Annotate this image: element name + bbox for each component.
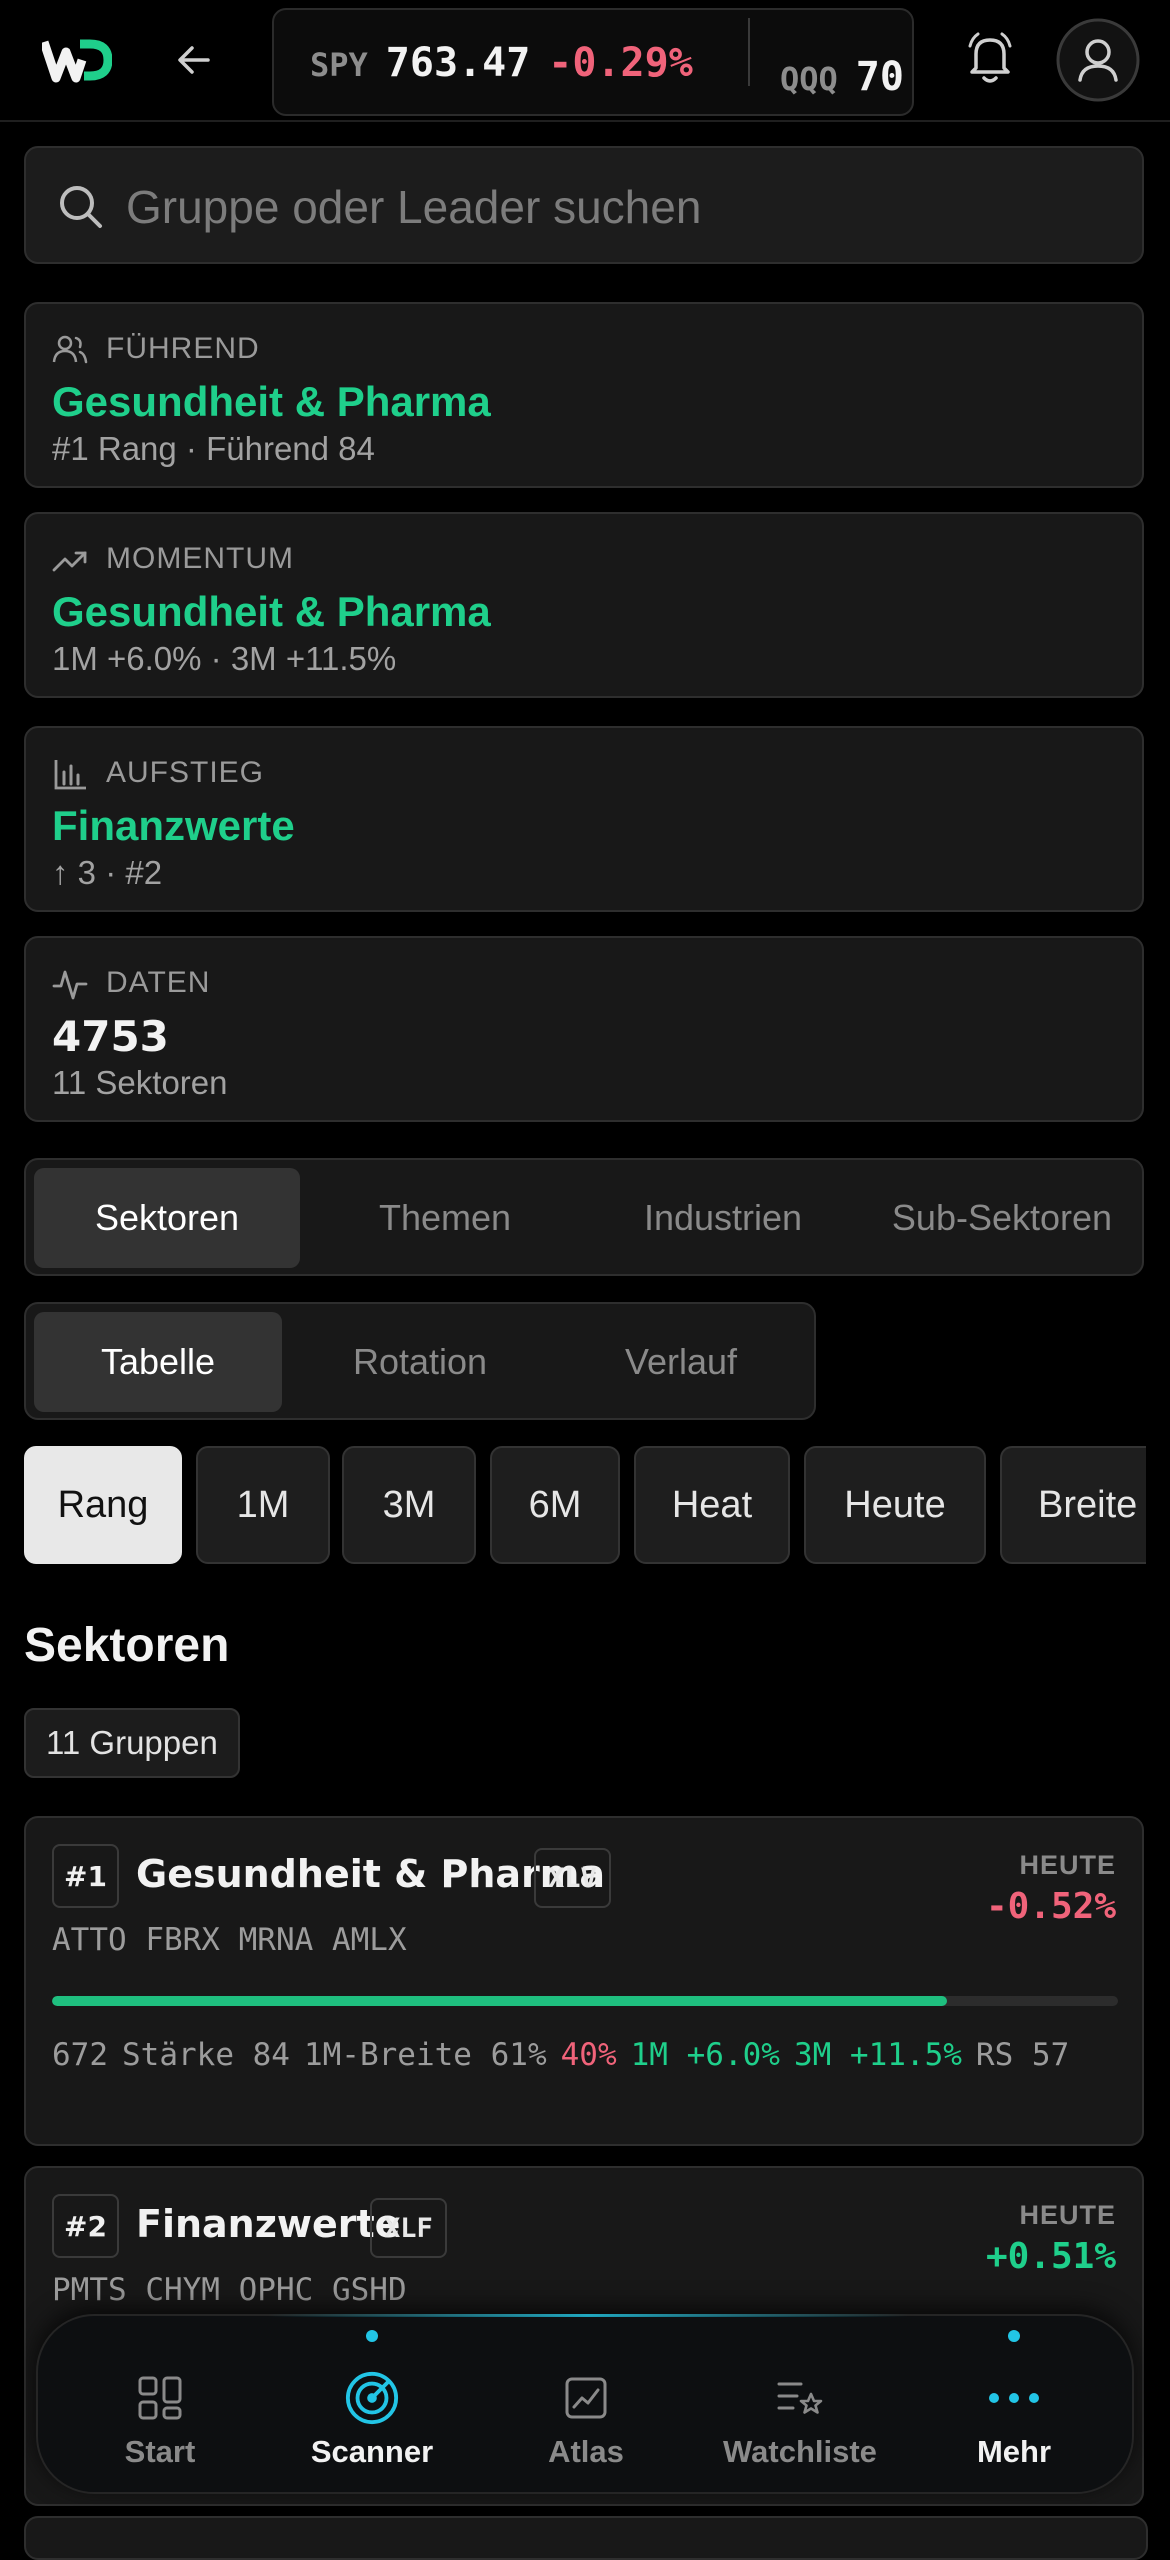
tab-themen[interactable]: Themen: [312, 1168, 578, 1268]
strength-bar: [52, 1996, 1118, 2006]
top-bar: SPY 763.47 -0.29% QQQ 70: [0, 0, 1170, 122]
tab-verlauf[interactable]: Verlauf: [556, 1312, 806, 1412]
card-label: DATEN: [106, 966, 211, 999]
leader-tickers: PMTS CHYM OPHC GSHD: [52, 2272, 407, 2308]
nav-item-atlas[interactable]: Atlas: [486, 2316, 686, 2496]
back-arrow-icon[interactable]: [166, 32, 222, 88]
search-icon: [56, 182, 106, 232]
card-title: Gesundheit & Pharma: [52, 378, 491, 425]
nav-item-start[interactable]: Start: [60, 2316, 260, 2496]
leader-tickers: ATTO FBRX MRNA AMLX: [52, 1922, 407, 1958]
sector-row[interactable]: [24, 2516, 1148, 2560]
card-label: FÜHREND: [106, 332, 260, 365]
sector-row[interactable]: #1 Gesundheit & Pharma XLV HEUTE -0.52% …: [24, 1816, 1144, 2146]
users-icon: [52, 332, 88, 368]
section-title: Sektoren: [24, 1619, 230, 1672]
card-title: 4753: [52, 1012, 169, 1061]
sort-chip-3m[interactable]: 3M: [342, 1446, 476, 1564]
search-bar[interactable]: [24, 146, 1144, 264]
tab-sektoren[interactable]: Sektoren: [34, 1168, 300, 1268]
view-tabs: Tabelle Rotation Verlauf: [24, 1302, 816, 1420]
nav-label: Scanner: [310, 2434, 434, 2469]
trending-up-icon: [52, 542, 88, 578]
tab-industrien[interactable]: Industrien: [590, 1168, 856, 1268]
profile-avatar[interactable]: [1056, 18, 1170, 142]
summary-card-momentum[interactable]: MOMENTUM Gesundheit & Pharma 1M +6.0% · …: [24, 512, 1144, 698]
active-indicator: [1008, 2330, 1020, 2342]
ticker-qqq: QQQ 70: [780, 54, 912, 100]
metric-3m: 3M +11.5%: [793, 2037, 962, 2073]
card-subtitle: ↑ 3 · #2: [52, 854, 163, 891]
chart-icon: [558, 2370, 614, 2426]
market-ticker[interactable]: SPY 763.47 -0.29% QQQ 70: [272, 8, 914, 116]
app-logo[interactable]: [39, 36, 113, 84]
card-subtitle: 11 Sektoren: [52, 1064, 228, 1101]
sort-chip-heat[interactable]: Heat: [634, 1446, 790, 1564]
nav-label: Watchliste: [723, 2434, 877, 2469]
metric-rs: RS 57: [975, 2037, 1070, 2073]
grid-icon: [132, 2370, 188, 2426]
card-title: Finanzwerte: [52, 802, 295, 849]
nav-label: Atlas: [548, 2434, 624, 2469]
group-count-badge: 11 Gruppen: [24, 1708, 240, 1778]
activity-icon: [52, 966, 88, 1002]
tab-rotation[interactable]: Rotation: [292, 1312, 548, 1412]
sort-chip-rang[interactable]: Rang: [24, 1446, 182, 1564]
search-input[interactable]: [124, 174, 1108, 240]
card-title: Gesundheit & Pharma: [52, 588, 491, 635]
rank-badge: #1: [52, 1844, 119, 1908]
nav-item-watchliste[interactable]: Watchliste: [700, 2316, 900, 2496]
metric-count: 672: [52, 2037, 108, 2073]
nav-label: Start: [124, 2434, 196, 2469]
ticker-price: 763.47: [385, 40, 531, 86]
card-label: AUFSTIEG: [106, 756, 265, 789]
bell-icon[interactable]: [962, 28, 1018, 88]
summary-card-rising[interactable]: AUFSTIEG Finanzwerte ↑ 3 · #2: [24, 726, 1144, 912]
sort-chip-breite[interactable]: Breite: [1000, 1446, 1146, 1564]
today-label: HEUTE: [1019, 1850, 1116, 1880]
metric-percent: 40%: [560, 2037, 617, 2073]
ticker-symbol: QQQ: [780, 60, 838, 98]
tab-tabelle[interactable]: Tabelle: [34, 1312, 282, 1412]
metric-1m: 1M +6.0%: [630, 2037, 780, 2073]
sort-chip-1m[interactable]: 1M: [196, 1446, 330, 1564]
today-label: HEUTE: [1019, 2200, 1116, 2230]
metric-breadth: 1M-Breite 61%: [303, 2037, 547, 2073]
summary-card-leading[interactable]: FÜHREND Gesundheit & Pharma #1 Rang · Fü…: [24, 302, 1144, 488]
today-change: -0.52%: [985, 1886, 1116, 1927]
card-subtitle: 1M +6.0% · 3M +11.5%: [52, 640, 397, 677]
ticker-symbol: SPY: [310, 46, 368, 84]
card-subtitle: #1 Rang · Führend 84: [52, 430, 375, 467]
ticker-price: 70: [855, 54, 904, 100]
sector-name: Finanzwerte: [136, 2202, 401, 2246]
watchlist-icon: [772, 2370, 828, 2426]
rank-badge: #2: [52, 2194, 119, 2258]
sort-chip-heute[interactable]: Heute: [804, 1446, 986, 1564]
etf-badge: XLV: [534, 1848, 611, 1908]
card-label: MOMENTUM: [106, 542, 294, 575]
sort-chip-6m[interactable]: 6M: [490, 1446, 620, 1564]
today-change: +0.51%: [985, 2236, 1116, 2277]
sector-metrics: 672 Stärke 84 1M-Breite 61% 40% 1M +6.0% 3M +…: [52, 2028, 1122, 2082]
nav-item-scanner[interactable]: Scanner: [272, 2316, 472, 2496]
nav-item-mehr[interactable]: Mehr: [914, 2316, 1114, 2496]
bar-chart-icon: [52, 756, 88, 792]
ticker-divider: [748, 18, 750, 86]
tab-sub-sektoren[interactable]: Sub-Sektoren: [866, 1168, 1138, 1268]
ticker-spy: SPY 763.47 -0.29%: [310, 40, 693, 86]
group-type-tabs: Sektoren Themen Industrien Sub-Sektoren: [24, 1158, 1144, 1276]
strength-bar-fill: [52, 1996, 948, 2006]
more-icon: [986, 2370, 1042, 2426]
ticker-change: -0.29%: [548, 40, 693, 86]
summary-card-data[interactable]: DATEN 4753 11 Sektoren: [24, 936, 1144, 1122]
active-indicator: [366, 2330, 378, 2342]
radar-icon: [344, 2370, 400, 2426]
etf-badge: XLF: [370, 2198, 447, 2258]
bottom-nav: Start Scanner Atlas Watchliste Mehr: [36, 2314, 1134, 2494]
metric-strength: Stärke 84: [122, 2037, 290, 2073]
nav-label: Mehr: [976, 2434, 1052, 2469]
